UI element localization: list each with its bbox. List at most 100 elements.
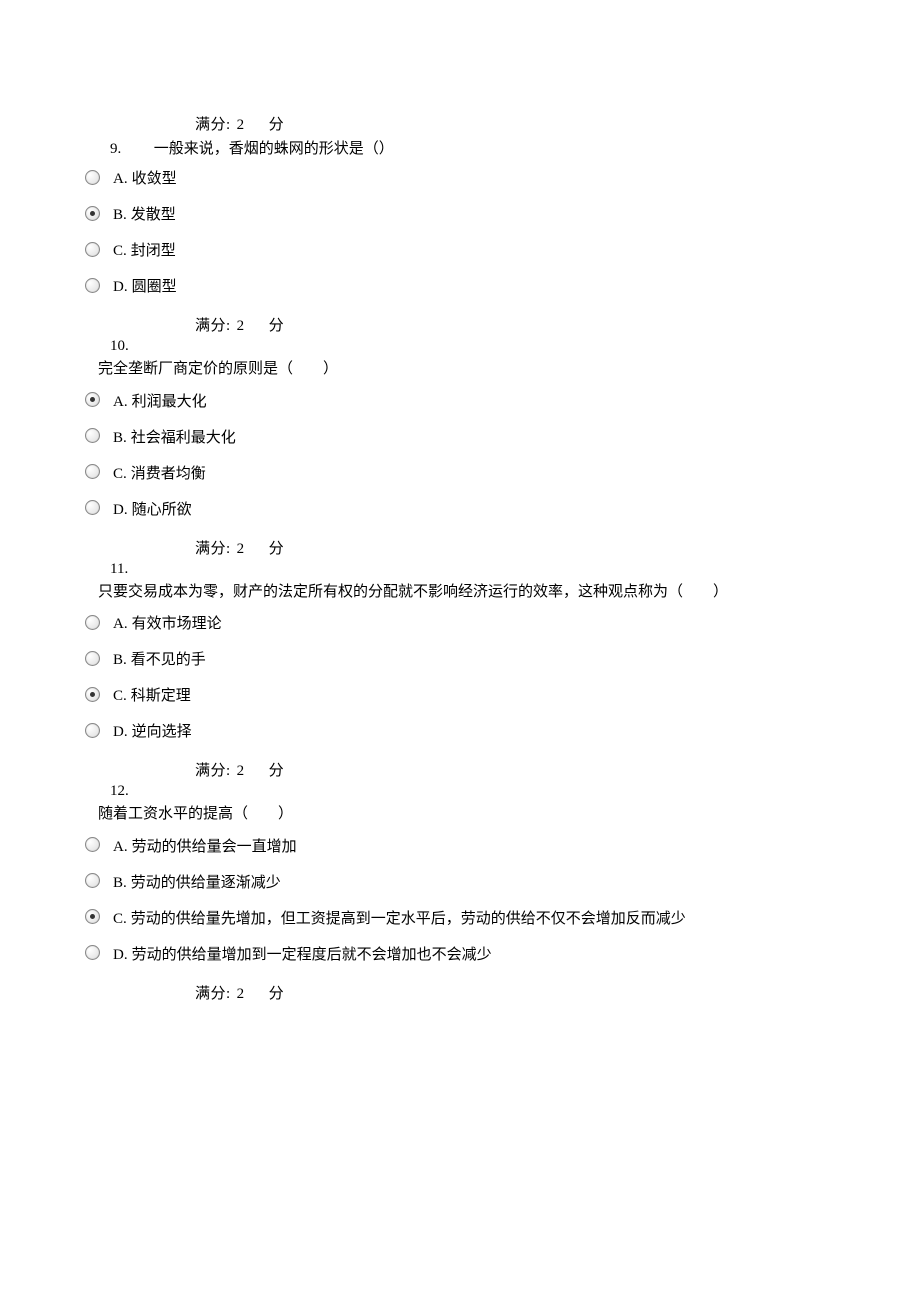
option-text: B.看不见的手 bbox=[113, 651, 206, 671]
radio-9-d[interactable] bbox=[85, 278, 113, 293]
score-line: 满分:2分 bbox=[0, 982, 920, 1003]
question-header-9: 9. 一般来说，香烟的蛛网的形状是（） bbox=[0, 137, 920, 158]
option-letter: D. bbox=[113, 723, 132, 743]
score-label: 满分: bbox=[195, 117, 231, 133]
radio-icon bbox=[85, 464, 100, 479]
option-row: A.劳动的供给量会一直增加 bbox=[0, 838, 920, 858]
radio-12-c[interactable] bbox=[85, 909, 113, 924]
option-text: A.有效市场理论 bbox=[113, 615, 222, 635]
option-label: 劳动的供给量会一直增加 bbox=[132, 839, 297, 855]
score-unit: 分 bbox=[269, 318, 285, 334]
option-letter: B. bbox=[113, 429, 131, 449]
option-letter: C. bbox=[113, 465, 131, 485]
radio-9-a[interactable] bbox=[85, 170, 113, 185]
option-label: 看不见的手 bbox=[131, 652, 206, 668]
score-value: 2 bbox=[237, 117, 245, 133]
option-label: 劳动的供给量逐渐减少 bbox=[131, 875, 281, 891]
option-label: 劳动的供给量先增加，但工资提高到一定水平后，劳动的供给不仅不会增加反而减少 bbox=[131, 911, 686, 927]
option-letter: D. bbox=[113, 501, 132, 521]
option-label: 消费者均衡 bbox=[131, 466, 206, 482]
option-row: A.收敛型 bbox=[0, 170, 920, 190]
radio-10-d[interactable] bbox=[85, 500, 113, 515]
score-value: 2 bbox=[237, 763, 245, 779]
question-text: 完全垄断厂商定价的原则是（ ） bbox=[0, 358, 920, 381]
option-letter: D. bbox=[113, 946, 132, 966]
score-unit: 分 bbox=[269, 541, 285, 557]
option-row: B.社会福利最大化 bbox=[0, 429, 920, 449]
score-label: 满分: bbox=[195, 318, 231, 334]
score-value: 2 bbox=[237, 541, 245, 557]
score-value: 2 bbox=[237, 986, 245, 1002]
radio-icon bbox=[85, 170, 100, 185]
radio-icon bbox=[85, 242, 100, 257]
option-letter: D. bbox=[113, 278, 132, 298]
radio-12-d[interactable] bbox=[85, 945, 113, 960]
radio-9-c[interactable] bbox=[85, 242, 113, 257]
score-unit: 分 bbox=[269, 986, 285, 1002]
question-number: 9. bbox=[110, 141, 150, 158]
radio-11-a[interactable] bbox=[85, 615, 113, 630]
option-letter: A. bbox=[113, 838, 132, 858]
question-header-10: 10. bbox=[0, 338, 920, 355]
option-letter: C. bbox=[113, 910, 131, 930]
option-label: 随心所欲 bbox=[132, 502, 192, 518]
radio-12-a[interactable] bbox=[85, 837, 113, 852]
radio-icon bbox=[85, 392, 100, 407]
option-label: 有效市场理论 bbox=[132, 616, 222, 632]
radio-icon bbox=[85, 428, 100, 443]
radio-icon bbox=[85, 278, 100, 293]
option-text: A.劳动的供给量会一直增加 bbox=[113, 838, 297, 858]
radio-10-a[interactable] bbox=[85, 392, 113, 407]
option-label: 社会福利最大化 bbox=[131, 430, 236, 446]
radio-icon bbox=[85, 723, 100, 738]
score-line: 满分: 2 分 bbox=[0, 759, 920, 780]
option-text: D.劳动的供给量增加到一定程度后就不会增加也不会减少 bbox=[113, 946, 492, 966]
option-text: D.逆向选择 bbox=[113, 723, 192, 743]
radio-11-b[interactable] bbox=[85, 651, 113, 666]
score-unit: 分 bbox=[269, 763, 285, 779]
option-label: 逆向选择 bbox=[132, 724, 192, 740]
score-label: 满分: bbox=[195, 763, 231, 779]
radio-12-b[interactable] bbox=[85, 873, 113, 888]
score-unit: 分 bbox=[269, 117, 285, 133]
option-label: 科斯定理 bbox=[131, 688, 191, 704]
option-row: C.科斯定理 bbox=[0, 687, 920, 707]
option-row: A.有效市场理论 bbox=[0, 615, 920, 635]
option-text: C.封闭型 bbox=[113, 242, 176, 262]
score-line: 满分:2分 bbox=[0, 314, 920, 335]
score-label: 满分: bbox=[195, 541, 231, 557]
radio-icon bbox=[85, 206, 100, 221]
option-text: B.劳动的供给量逐渐减少 bbox=[113, 874, 281, 894]
radio-icon bbox=[85, 945, 100, 960]
option-letter: B. bbox=[113, 206, 131, 226]
option-label: 利润最大化 bbox=[132, 394, 207, 410]
radio-icon bbox=[85, 687, 100, 702]
option-label: 劳动的供给量增加到一定程度后就不会增加也不会减少 bbox=[132, 947, 492, 963]
radio-9-b[interactable] bbox=[85, 206, 113, 221]
question-text: 只要交易成本为零，财产的法定所有权的分配就不影响经济运行的效率，这种观点称为（ … bbox=[0, 581, 920, 604]
option-letter: B. bbox=[113, 651, 131, 671]
radio-10-c[interactable] bbox=[85, 464, 113, 479]
radio-icon bbox=[85, 500, 100, 515]
option-row: A.利润最大化 bbox=[0, 393, 920, 413]
score-line: 满分: 2 分 bbox=[0, 537, 920, 558]
radio-icon bbox=[85, 837, 100, 852]
question-number: 10. bbox=[110, 338, 150, 355]
option-row: D.随心所欲 bbox=[0, 501, 920, 521]
option-letter: A. bbox=[113, 170, 132, 190]
option-label: 封闭型 bbox=[131, 243, 176, 259]
option-label: 收敛型 bbox=[132, 171, 177, 187]
option-letter: A. bbox=[113, 615, 132, 635]
option-text: B.发散型 bbox=[113, 206, 176, 226]
option-letter: C. bbox=[113, 242, 131, 262]
option-text: A.利润最大化 bbox=[113, 393, 207, 413]
radio-11-c[interactable] bbox=[85, 687, 113, 702]
exam-page: 满分:2分 9. 一般来说，香烟的蛛网的形状是（） A.收敛型 B.发散型 C.… bbox=[0, 0, 920, 1003]
option-row: B.劳动的供给量逐渐减少 bbox=[0, 874, 920, 894]
option-label: 圆圈型 bbox=[132, 279, 177, 295]
radio-11-d[interactable] bbox=[85, 723, 113, 738]
option-letter: C. bbox=[113, 687, 131, 707]
option-text: D.圆圈型 bbox=[113, 278, 177, 298]
radio-10-b[interactable] bbox=[85, 428, 113, 443]
option-row: C.封闭型 bbox=[0, 242, 920, 262]
